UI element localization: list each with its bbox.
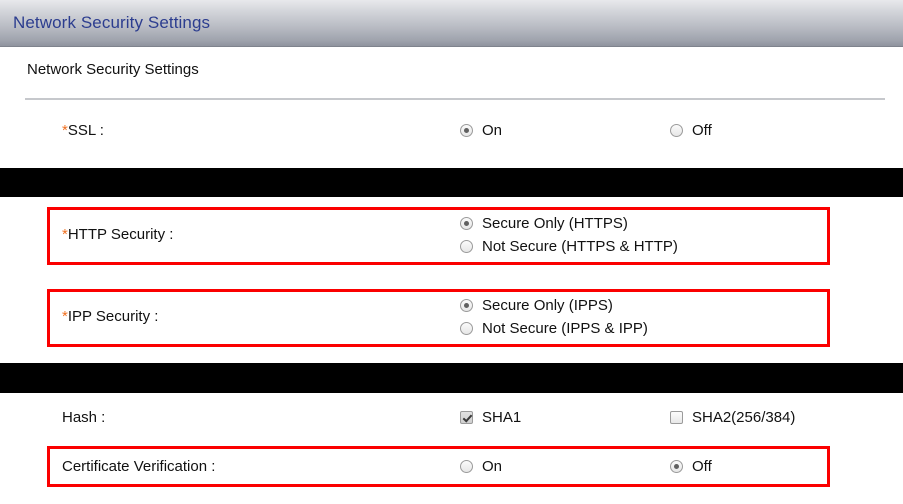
row-label-text-certificate-verification: Certificate Verification : [62,458,216,475]
radio-label-ssl-on: On [482,122,503,139]
radio-label-cert-on: On [482,458,503,475]
window-title: Network Security Settings [13,13,211,32]
row-label-hash: Hash : [62,409,105,426]
title-divider [25,98,885,100]
setting-row-ssl: *SSL : On Off [0,109,903,157]
settings-page: Network Security Settings *SSL : On Off … [0,47,903,504]
row-label-http-security: *HTTP Security : [62,226,173,243]
setting-row-http-security: *HTTP Security : Secure Only (HTTPS) Not… [0,205,903,267]
checkbox-label-hash-sha1: SHA1 [482,409,522,426]
row-label-ipp-security: *IPP Security : [62,308,158,325]
checkbox-icon-hash-sha2[interactable] [670,411,683,424]
radio-option-ssl-on[interactable]: On [460,122,502,139]
radio-label-http-secure-only: Secure Only (HTTPS) [482,215,628,232]
radio-icon-ipp-not-secure[interactable] [460,322,473,335]
radio-icon-cert-on[interactable] [460,460,473,473]
checkbox-option-hash-sha1[interactable]: SHA1 [460,409,521,426]
radio-icon-ipp-secure-only[interactable] [460,299,473,312]
row-label-text-http-security: HTTP Security : [67,226,174,243]
radio-icon-ssl-on[interactable] [460,124,473,137]
radio-icon-cert-off[interactable] [670,460,683,473]
radio-option-ipp-not-secure[interactable]: Not Secure (IPPS & IPP) [460,320,648,337]
row-label-text-ssl: SSL : [67,122,104,139]
radio-label-ipp-secure-only: Secure Only (IPPS) [482,297,613,314]
radio-icon-http-not-secure[interactable] [460,240,473,253]
radio-option-ssl-off[interactable]: Off [670,122,712,139]
checkbox-label-hash-sha2: SHA2(256/384) [692,409,796,426]
radio-icon-ssl-off[interactable] [670,124,683,137]
row-label-text-ipp-security: IPP Security : [67,308,159,325]
radio-option-http-secure-only[interactable]: Secure Only (HTTPS) [460,215,628,232]
setting-row-certificate-verification: Certificate Verification : On Off [0,445,903,490]
redaction-band-upper [0,168,903,197]
radio-option-ipp-secure-only[interactable]: Secure Only (IPPS) [460,297,613,314]
radio-label-ssl-off: Off [692,122,712,139]
window-title-bar: Network Security Settings [0,0,903,47]
radio-option-cert-on[interactable]: On [460,458,502,475]
setting-row-hash: Hash : SHA1 SHA2(256/384) [0,397,903,442]
checkbox-icon-hash-sha1[interactable] [460,411,473,424]
radio-option-cert-off[interactable]: Off [670,458,712,475]
page-title: Network Security Settings [27,61,199,78]
radio-option-http-not-secure[interactable]: Not Secure (HTTPS & HTTP) [460,238,678,255]
row-label-certificate-verification: Certificate Verification : [62,458,215,475]
radio-label-ipp-not-secure: Not Secure (IPPS & IPP) [482,320,648,337]
radio-label-http-not-secure: Not Secure (HTTPS & HTTP) [482,238,678,255]
row-label-text-hash: Hash : [62,409,106,426]
radio-icon-http-secure-only[interactable] [460,217,473,230]
redaction-band-lower [0,363,903,393]
radio-label-cert-off: Off [692,458,712,475]
checkbox-option-hash-sha2[interactable]: SHA2(256/384) [670,409,795,426]
setting-row-ipp-security: *IPP Security : Secure Only (IPPS) Not S… [0,287,903,349]
row-label-ssl: *SSL : [62,122,104,139]
